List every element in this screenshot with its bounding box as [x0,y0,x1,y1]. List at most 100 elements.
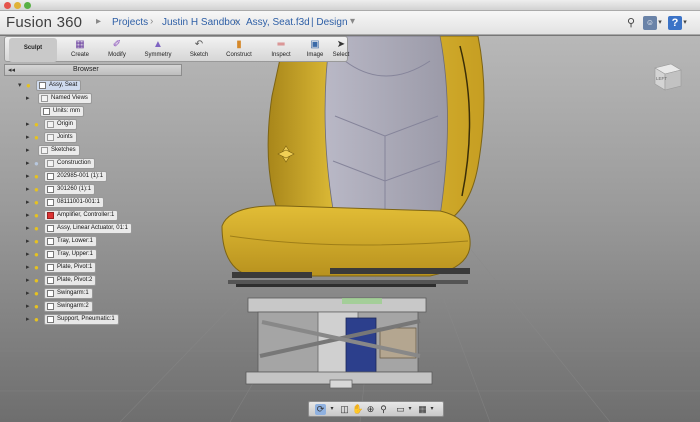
display-settings-icon[interactable]: ▭ [395,404,406,415]
expand-arrow-icon[interactable]: ▸ [26,185,30,193]
minimize-window-button[interactable] [14,2,21,9]
folder-icon [47,121,54,128]
chevron-down-icon[interactable]: ▾ [329,404,335,415]
chevron-right-icon: ▸ [96,16,102,27]
chevron-down-icon[interactable]: ▾ [681,16,689,30]
app-logo: Fusion 360 [6,14,83,31]
visibility-bulb-icon[interactable]: ● [34,237,39,246]
tree-item-label: 202985-001 (1):1 [44,171,108,182]
expand-arrow-icon[interactable]: ▸ [26,211,30,219]
visibility-bulb-icon[interactable]: ● [34,302,39,311]
browser-title: Browser [73,66,99,73]
sketch-icon: ↶ [194,39,204,50]
cursor-icon: ➤ [336,39,346,50]
construct-icon: ▮ [236,39,242,50]
tool-modify[interactable]: ✐ Modify [100,38,134,62]
tree-item-label: Swingarm:2 [44,301,93,312]
chevron-down-icon[interactable]: ▾ [656,16,664,30]
workspace-switcher[interactable]: Sculpt [9,38,57,62]
tool-create[interactable]: ▦ Create [63,38,97,62]
expand-arrow-icon[interactable]: ▸ [26,94,30,102]
tool-label: Select [332,52,350,58]
tool-select[interactable]: ➤ Select [331,38,351,62]
folder-icon [47,160,54,167]
tool-construct[interactable]: ▮ Construct [219,38,259,62]
expand-arrow-icon[interactable]: ▸ [26,289,30,297]
visibility-bulb-icon[interactable]: ● [34,120,39,129]
help-icon[interactable]: ? [668,16,682,30]
ruler-icon: ═ [277,39,285,50]
pan-icon[interactable]: ✋ [352,404,363,415]
look-at-icon[interactable]: ◫ [339,404,350,415]
browser-panel-header[interactable]: ◂◂ Browser [4,64,182,76]
tree-item-label: Sketches [38,145,80,156]
zoom-window-button[interactable] [24,2,31,9]
visibility-bulb-icon[interactable]: ● [34,263,39,272]
chevron-down-icon[interactable]: ▾ [429,404,435,415]
expand-arrow-icon[interactable]: ▸ [26,146,30,154]
chevron-down-icon[interactable]: ▾ [350,16,355,27]
breadcrumb-file[interactable]: Assy, Seat.f3d [246,17,310,28]
visibility-bulb-icon[interactable]: ● [34,159,39,168]
visibility-bulb-icon[interactable]: ● [34,133,39,142]
component-icon [47,264,54,271]
user-avatar[interactable]: ☺ [643,16,657,30]
visibility-bulb-icon[interactable]: ● [34,198,39,207]
view-cube-face-label: LEFT [656,76,667,81]
expand-arrow-icon[interactable]: ▸ [26,198,30,206]
component-icon [47,290,54,297]
tree-item-label: Support, Pneumatic:1 [44,314,119,325]
visibility-bulb-icon[interactable]: ● [34,211,39,220]
orbit-icon[interactable]: ⟳ [315,404,326,415]
expand-arrow-icon[interactable]: ▸ [26,172,30,180]
tool-label: Sketch [189,52,209,58]
expand-arrow-icon[interactable]: ▸ [26,224,30,232]
expand-arrow-icon[interactable]: ▸ [26,302,30,310]
chevron-right-icon: › [234,16,238,27]
tree-item-label: 301260 (1):1 [44,184,96,195]
folder-icon [41,147,48,154]
tool-label: Image [306,52,324,58]
expand-arrow-icon[interactable]: ▸ [26,263,30,271]
grid-icon[interactable]: ▦ [417,404,428,415]
units-icon [43,108,50,115]
view-cube[interactable]: LEFT [651,60,683,92]
chevron-right-icon: › [150,16,154,27]
collapse-icon[interactable]: ◂◂ [8,66,15,74]
breadcrumb-project[interactable]: Justin H Sandbox [162,17,240,28]
fit-icon[interactable]: ⚲ [378,404,389,415]
expand-arrow-icon[interactable]: ▾ [18,81,22,89]
visibility-bulb-icon[interactable]: ● [34,224,39,233]
breadcrumb-projects[interactable]: Projects [112,17,148,28]
tool-label: Modify [108,52,126,58]
visibility-bulb-icon[interactable]: ● [34,250,39,259]
expand-arrow-icon[interactable]: ▸ [26,120,30,128]
tool-image[interactable]: ▣ Image [301,38,329,62]
visibility-bulb-icon[interactable]: ● [34,276,39,285]
component-icon [39,82,46,89]
close-window-button[interactable] [4,2,11,9]
tool-symmetry[interactable]: ▲ Symmetry [138,38,178,62]
expand-arrow-icon[interactable]: ▸ [26,237,30,245]
component-icon [47,199,54,206]
breadcrumb-workspace[interactable]: | Design [311,17,348,28]
chevron-down-icon[interactable]: ▾ [407,404,413,415]
tool-label: Create [70,52,89,58]
expand-arrow-icon[interactable]: ▸ [26,250,30,258]
tree-item-label: Swingarm:1 [44,288,93,299]
visibility-bulb-icon[interactable]: ● [34,172,39,181]
component-icon [47,186,54,193]
visibility-bulb-icon[interactable]: ● [34,185,39,194]
expand-arrow-icon[interactable]: ▸ [26,133,30,141]
component-icon [47,251,54,258]
visibility-bulb-icon[interactable]: ● [26,81,31,90]
visibility-bulb-icon[interactable]: ● [34,315,39,324]
expand-arrow-icon[interactable]: ▸ [26,276,30,284]
tool-inspect[interactable]: ═ Inspect [263,38,299,62]
zoom-icon[interactable]: ⊕ [365,404,376,415]
visibility-bulb-icon[interactable]: ● [34,289,39,298]
tool-sketch[interactable]: ↶ Sketch [183,38,215,62]
expand-arrow-icon[interactable]: ▸ [26,159,30,167]
search-icon[interactable]: ⚲ [624,16,638,30]
expand-arrow-icon[interactable]: ▸ [26,315,30,323]
